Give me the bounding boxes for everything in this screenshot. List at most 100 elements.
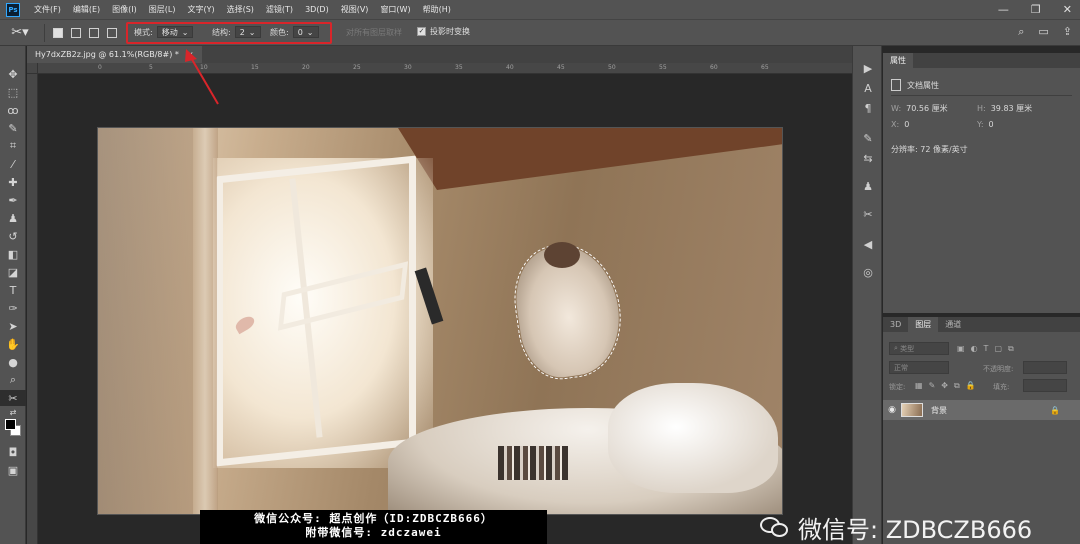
checkbox-checked-icon[interactable]: ✓ <box>417 27 426 36</box>
path-select-tool-icon[interactable]: ➤ <box>0 318 26 334</box>
dodge-tool-icon[interactable]: ● <box>0 354 26 370</box>
menu-view[interactable]: 视图(V) <box>335 4 375 15</box>
lock-pixels-icon[interactable]: ✎ <box>929 381 936 391</box>
ruler-tick-label: 60 <box>710 64 718 71</box>
document-tab-bar: Hy7dxZB2z.jpg @ 61.1%(RGB/8#) * × <box>27 46 852 63</box>
zoom-tool-icon[interactable]: ⌕ <box>0 372 26 388</box>
lock-icons: ▦ ✎ ✥ ⧉ 🔒 <box>915 381 976 391</box>
foreground-color-swatch[interactable] <box>5 419 16 430</box>
stamp-tool-icon[interactable]: ♟ <box>0 210 26 226</box>
hand-tool-icon[interactable]: ✋ <box>0 336 26 352</box>
blend-mode-select[interactable]: 正常 <box>889 361 949 374</box>
clone-source-panel-icon[interactable]: ♟ <box>853 178 883 194</box>
quick-select-tool-icon[interactable]: ✎ <box>0 120 26 136</box>
maximize-icon[interactable]: ❐ <box>1031 3 1041 16</box>
pixel-filter-icon[interactable]: ▣ <box>957 344 965 354</box>
ruler-tick-label: 0 <box>98 64 102 71</box>
lasso-tool-icon[interactable]: ꝏ <box>0 102 26 118</box>
color-panel-icon[interactable]: ◀ <box>853 236 883 252</box>
adjustments-panel-icon[interactable]: ⇆ <box>853 150 883 166</box>
lock-artboard-icon[interactable]: ⧉ <box>954 381 960 391</box>
type-tool-icon[interactable]: T <box>0 282 26 298</box>
eyedropper-tool-icon[interactable]: ⁄ <box>0 156 26 172</box>
history-panel-icon[interactable]: ▶ <box>853 60 883 76</box>
menu-select[interactable]: 选择(S) <box>221 4 260 15</box>
mode-select[interactable]: 移动 ⌄ <box>156 26 194 38</box>
chevron-down-icon: ⌄ <box>248 27 256 37</box>
swatches-panel-icon[interactable]: ◎ <box>853 264 883 280</box>
tab-layers[interactable]: 图层 <box>908 317 939 332</box>
ruler-tick-label: 35 <box>455 64 463 71</box>
tab-close-icon[interactable]: × <box>187 50 194 59</box>
quick-mask-icon[interactable]: ◘ <box>0 444 26 460</box>
brush-tool-icon[interactable]: ✒ <box>0 192 26 208</box>
lock-all-icon[interactable]: 🔒 <box>966 381 976 391</box>
menu-layer[interactable]: 图层(L) <box>143 4 182 15</box>
watermark-line-1: 微信公众号: 超点创作（ID:ZDBCZB666） <box>254 512 493 525</box>
menu-window[interactable]: 窗口(W) <box>374 4 416 15</box>
ruler-origin[interactable] <box>27 63 38 74</box>
menu-image[interactable]: 图像(I) <box>106 4 143 15</box>
brush-panel-icon[interactable]: ✎ <box>853 130 883 146</box>
gradient-tool-icon[interactable]: ◪ <box>0 264 26 280</box>
fill-field[interactable] <box>1023 379 1067 392</box>
smart-object-filter-icon[interactable]: ⧉ <box>1008 344 1014 354</box>
lock-position-icon[interactable]: ✥ <box>941 381 948 391</box>
paragraph-panel-icon[interactable]: ¶ <box>853 100 883 116</box>
chevron-down-icon: ⌄ <box>181 27 189 37</box>
screen-mode-icon[interactable]: ▣ <box>0 462 26 478</box>
crop-tool-icon[interactable]: ⌗ <box>0 138 26 154</box>
workspace-icon[interactable]: ▭ <box>1038 25 1048 39</box>
sample-all-layers-option[interactable]: 对所有图层取样 <box>346 27 402 38</box>
tab-3d[interactable]: 3D <box>883 317 908 332</box>
opacity-field[interactable] <box>1023 361 1067 374</box>
horizontal-ruler[interactable]: 0 5 10 15 20 25 30 35 40 45 50 55 60 65 <box>38 63 852 74</box>
menu-3d[interactable]: 3D(D) <box>299 5 335 14</box>
vertical-ruler[interactable] <box>27 63 38 544</box>
color-select[interactable]: 0 ⌄ <box>292 26 319 38</box>
menu-filter[interactable]: 滤镜(T) <box>260 4 299 15</box>
layer-filter-select[interactable]: ⌕ 类型 <box>889 342 949 355</box>
lock-transparency-icon[interactable]: ▦ <box>915 381 923 391</box>
menu-file[interactable]: 文件(F) <box>28 4 67 15</box>
pen-tool-icon[interactable]: ✑ <box>0 300 26 316</box>
layer-name[interactable]: 背景 <box>931 405 947 416</box>
add-to-selection-icon[interactable] <box>71 27 81 38</box>
close-icon[interactable]: ✕ <box>1063 3 1072 16</box>
content-aware-move-tool-icon[interactable]: ✂▾ <box>0 25 40 40</box>
menu-help[interactable]: 帮助(H) <box>417 4 457 15</box>
marquee-tool-icon[interactable]: ⬚ <box>0 84 26 100</box>
image-pillow <box>608 383 778 493</box>
document-tab[interactable]: Hy7dxZB2z.jpg @ 61.1%(RGB/8#) * × <box>27 46 202 63</box>
menu-type[interactable]: 文字(Y) <box>181 4 220 15</box>
image-books <box>498 446 568 480</box>
minimize-icon[interactable]: — <box>998 3 1009 16</box>
tab-channels[interactable]: 通道 <box>938 317 968 332</box>
layer-row[interactable]: ◉ 背景 🔒 <box>883 400 1080 420</box>
search-icon[interactable]: ⌕ <box>1018 25 1024 39</box>
menu-edit[interactable]: 编辑(E) <box>67 4 106 15</box>
share-icon[interactable]: ⇪ <box>1063 25 1072 39</box>
healing-brush-tool-icon[interactable]: ✚ <box>0 174 26 190</box>
new-selection-icon[interactable] <box>53 27 63 38</box>
divider <box>44 23 45 42</box>
transform-on-drop-option[interactable]: ✓ 投影时变换 <box>417 26 470 37</box>
document-image[interactable] <box>97 127 783 515</box>
intersect-selection-icon[interactable] <box>107 27 117 38</box>
type-filter-icon[interactable]: T <box>984 344 989 354</box>
shape-filter-icon[interactable]: ▢ <box>994 344 1002 354</box>
tool-presets-panel-icon[interactable]: ✂ <box>853 206 883 222</box>
structure-select[interactable]: 2 ⌄ <box>234 26 261 38</box>
character-panel-icon[interactable]: A <box>853 80 883 96</box>
history-brush-tool-icon[interactable]: ↺ <box>0 228 26 244</box>
adjustment-filter-icon[interactable]: ◐ <box>971 344 978 354</box>
chevron-down-icon: ⌄ <box>306 27 314 37</box>
swap-colors-icon[interactable]: ⇄ <box>0 404 26 420</box>
visibility-eye-icon[interactable]: ◉ <box>883 405 901 415</box>
move-tool-icon[interactable]: ✥ <box>0 66 26 82</box>
eraser-tool-icon[interactable]: ◧ <box>0 246 26 262</box>
color-field: 颜色: 0 ⌄ <box>270 26 319 38</box>
window-controls: — ❐ ✕ <box>998 3 1072 16</box>
tab-properties[interactable]: 属性 <box>883 53 913 68</box>
subtract-selection-icon[interactable] <box>89 27 99 38</box>
